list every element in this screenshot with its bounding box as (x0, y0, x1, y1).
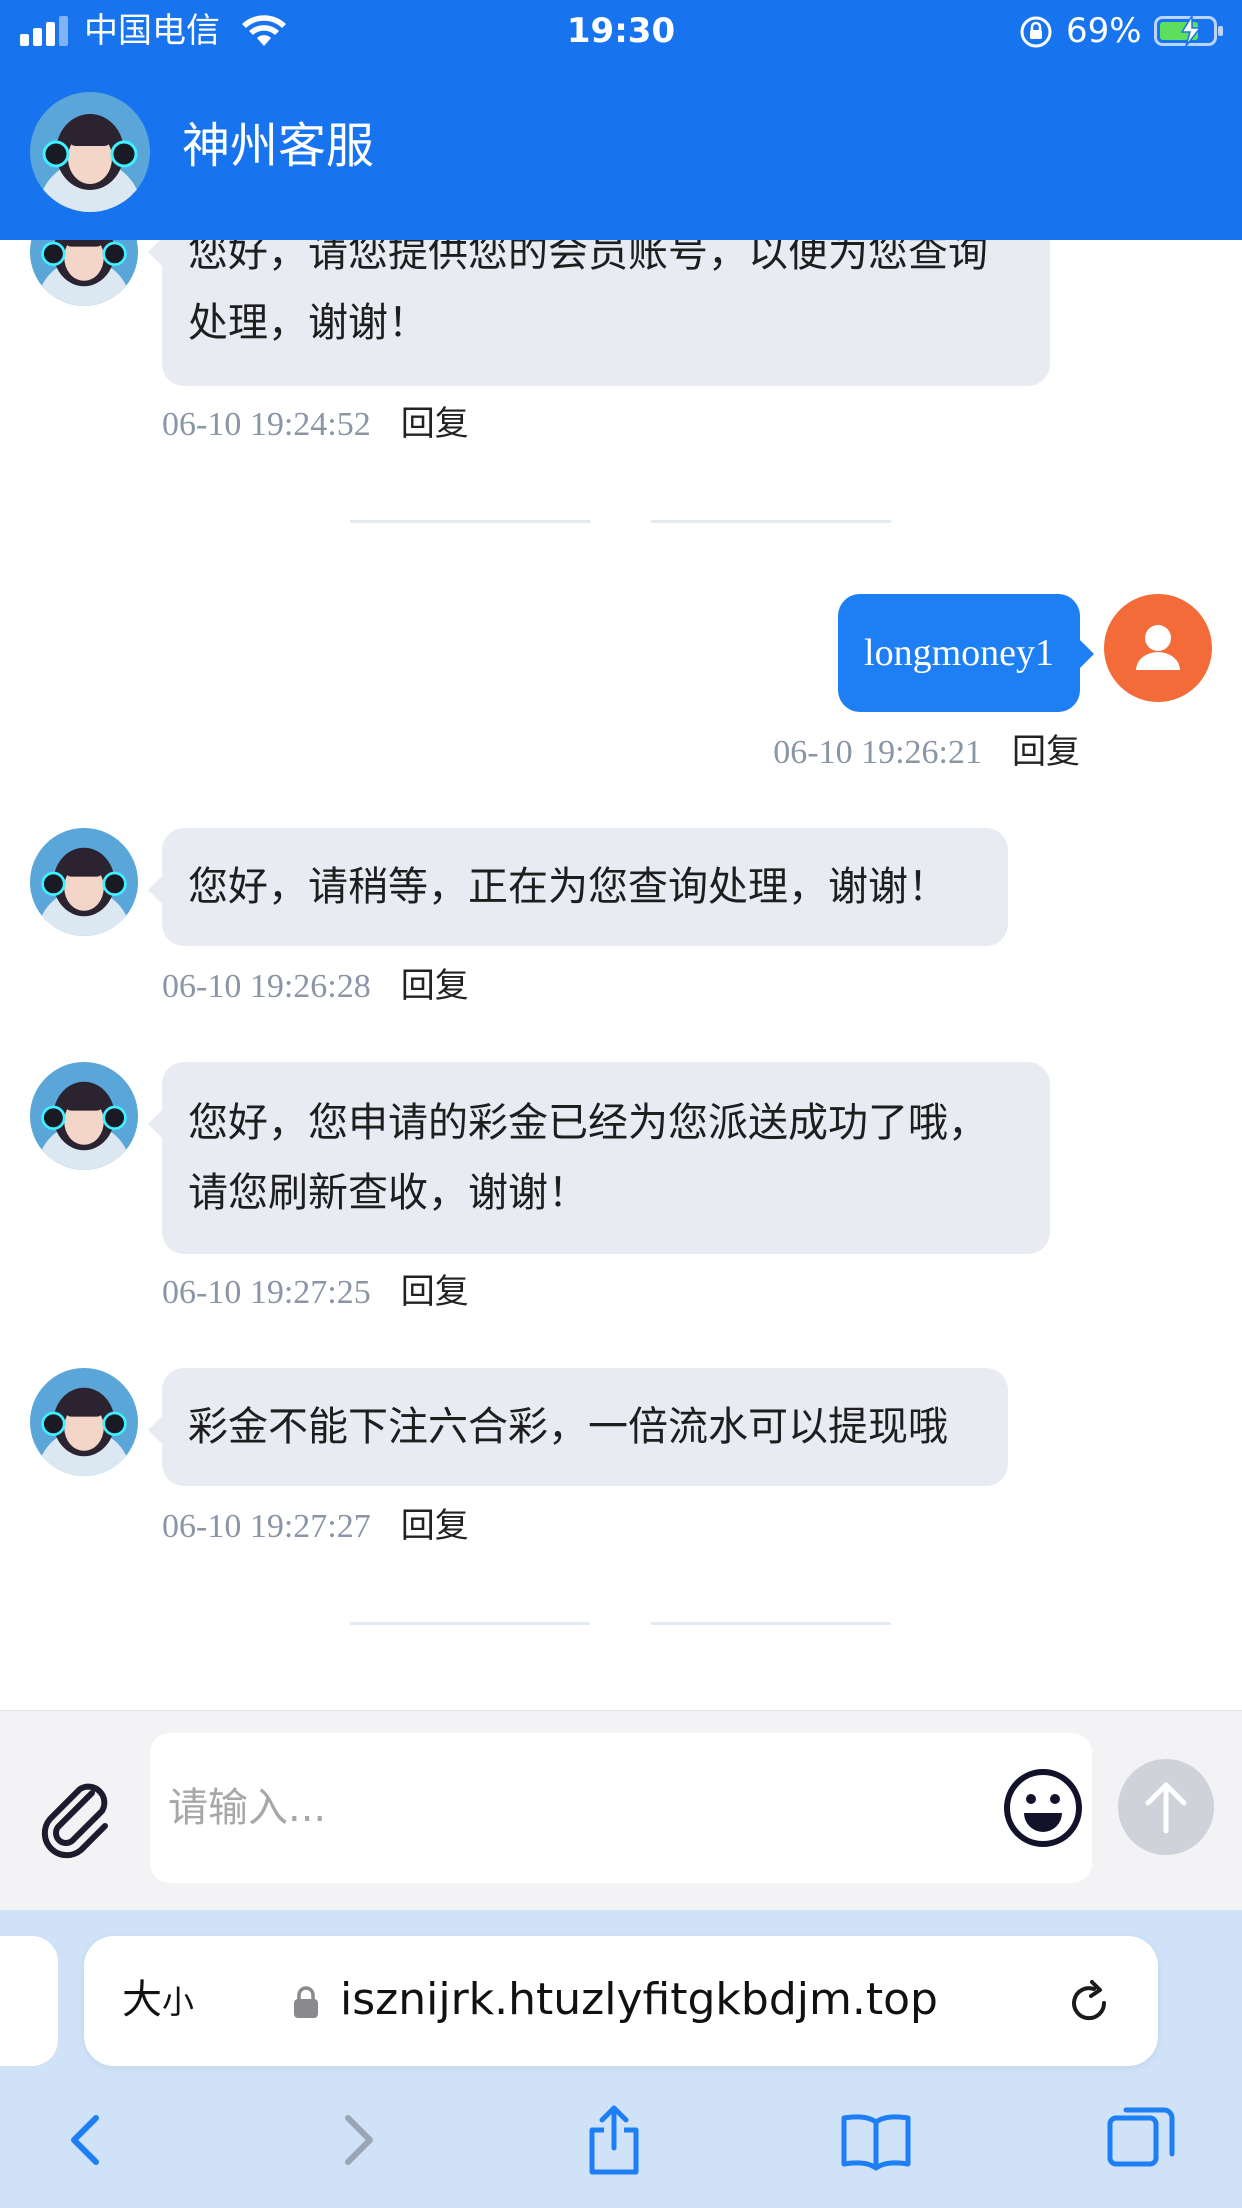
reply-button[interactable]: 回复 (401, 966, 469, 1006)
message-text: longmoney1 (864, 632, 1054, 674)
agent-avatar (30, 92, 150, 212)
agent-message-bubble: 您好，请稍等，正在为您查询处理，谢谢！ (148, 828, 1008, 946)
message-input-box (150, 1733, 1092, 1883)
reply-button[interactable]: 回复 (401, 1506, 469, 1546)
agent-avatar (30, 240, 138, 306)
user-message-bubble: longmoney1 (838, 594, 1094, 712)
message-input[interactable] (168, 1763, 968, 1853)
rotation-lock-icon (1020, 16, 1052, 48)
composer-bar (0, 1710, 1242, 1910)
lock-icon (294, 1986, 318, 2018)
divider (651, 1622, 891, 1625)
clock-time: 19:30 (566, 11, 676, 51)
agent-message-bubble: 您好，您申请的彩金已经为您派送成功了哦， 请您刷新查收，谢谢！ (148, 1062, 1050, 1254)
message-list: 您好，请您提供您的会员账号，以便为您查询 处理，谢谢！ 06-10 19:24:… (0, 240, 1242, 1710)
agent-avatar (30, 828, 138, 936)
agent-avatar (30, 1062, 138, 1170)
message-timestamp: 06-10 19:26:21 (773, 734, 982, 771)
message-meta: 06-10 19:26:28 回复 (162, 964, 469, 1009)
message-text: 您好，您申请的彩金已经为您派送成功了哦， (188, 1100, 988, 1146)
message-meta: 06-10 19:24:52 回复 (162, 402, 469, 447)
chevron-left-icon[interactable] (52, 2104, 124, 2176)
message-timestamp: 06-10 19:27:27 (162, 1508, 371, 1545)
agent-avatar (30, 1368, 138, 1476)
text-size-button[interactable]: 大小 (122, 1972, 194, 2030)
battery-charging-icon (1154, 13, 1223, 47)
browser-chrome: 大小 isznijrk.htuzlyfitgkbdjm.top (0, 1910, 1242, 2208)
message-text: 您好，请稍等，正在为您查询处理，谢谢！ (188, 864, 948, 910)
send-button[interactable] (1118, 1759, 1214, 1855)
person-icon (1136, 625, 1180, 670)
previous-tab-card[interactable] (0, 1936, 58, 2066)
tabs-icon[interactable] (1106, 2104, 1178, 2176)
text-size-small-label: 小 (162, 1983, 195, 2021)
text-size-big-label: 大 (122, 1977, 162, 2023)
arrow-up-icon (1145, 1782, 1187, 1834)
message-timestamp: 06-10 19:27:25 (162, 1274, 371, 1311)
app-header-region: 中国电信 19:30 69% 神州客服 (0, 0, 1242, 240)
user-avatar (1104, 594, 1212, 702)
url-text: isznijrk.htuzlyfitgkbdjm.top (340, 1974, 938, 2025)
agent-message-bubble: 您好，请您提供您的会员账号，以便为您查询 处理，谢谢！ (148, 240, 1050, 386)
status-bar: 中国电信 19:30 69% (0, 0, 1242, 62)
reply-button[interactable]: 回复 (401, 404, 469, 444)
browser-toolbar (0, 2090, 1242, 2208)
agent-message-bubble: 彩金不能下注六合彩，一倍流水可以提现哦 (148, 1368, 1008, 1486)
message-text: 处理，谢谢！ (188, 300, 428, 346)
paperclip-icon[interactable] (30, 1771, 120, 1861)
book-icon[interactable] (840, 2104, 912, 2176)
battery-percent: 69% (1066, 11, 1142, 51)
message-text: 您好，请您提供您的会员账号，以便为您查询 (188, 240, 988, 276)
share-icon[interactable] (578, 2104, 650, 2176)
chevron-right-icon[interactable] (320, 2104, 392, 2176)
message-meta: 06-10 19:27:25 回复 (162, 1270, 469, 1315)
divider (350, 1622, 590, 1625)
chat-header: 神州客服 (0, 62, 1242, 240)
message-text: 请您刷新查收，谢谢！ (188, 1170, 588, 1216)
message-meta: 06-10 19:27:27 回复 (162, 1504, 469, 1549)
smiley-icon[interactable] (1002, 1767, 1084, 1849)
divider (651, 520, 891, 523)
reply-button[interactable]: 回复 (401, 1272, 469, 1312)
page-title: 神州客服 (182, 118, 375, 174)
message-text: 彩金不能下注六合彩，一倍流水可以提现哦 (188, 1404, 948, 1450)
message-meta: 06-10 19:26:21 回复 (773, 730, 1080, 775)
reply-button[interactable]: 回复 (1012, 732, 1080, 772)
message-timestamp: 06-10 19:24:52 (162, 406, 371, 443)
address-bar[interactable]: 大小 isznijrk.htuzlyfitgkbdjm.top (84, 1936, 1158, 2066)
reload-icon[interactable] (1064, 1978, 1114, 2028)
divider (350, 520, 590, 523)
message-timestamp: 06-10 19:26:28 (162, 968, 371, 1005)
